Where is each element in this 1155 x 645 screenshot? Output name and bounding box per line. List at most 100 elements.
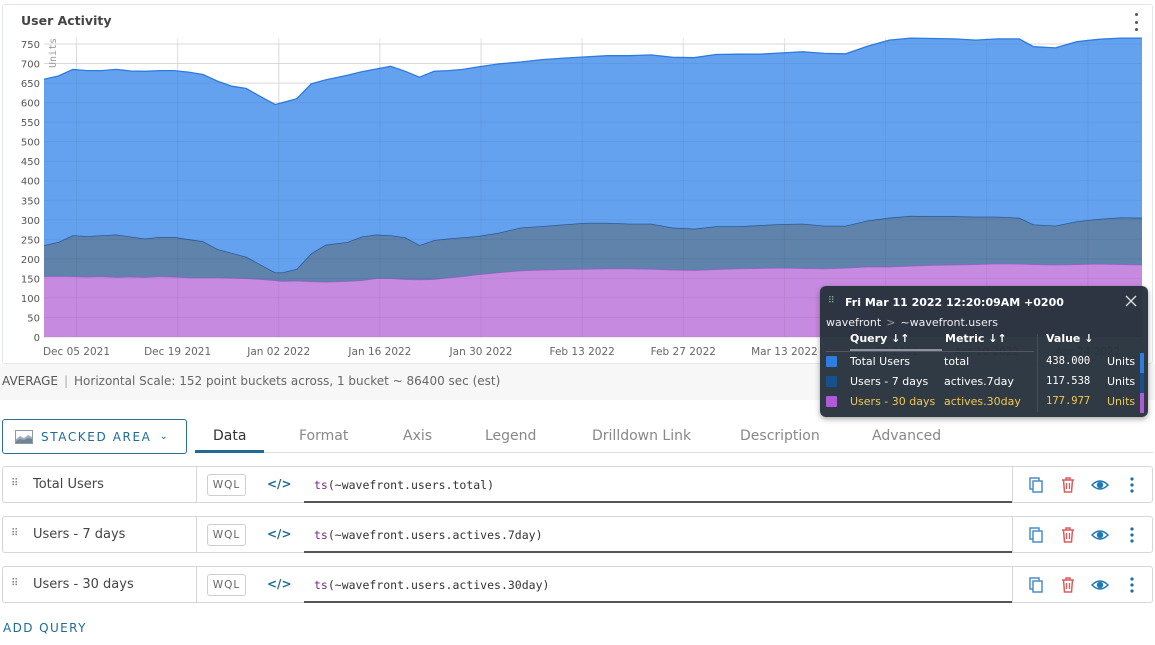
y-tick-label: 300 [21, 216, 40, 227]
eye-icon[interactable] [1091, 576, 1109, 594]
crumb-separator: > [886, 316, 896, 329]
x-tick-label: Feb 27 2022 [651, 346, 716, 358]
sort-desc-icon: ↓ [1084, 332, 1094, 345]
query-mode-cell: WQL </> [196, 466, 304, 503]
tab-legend[interactable]: Legend [467, 419, 554, 453]
query-function: ts [314, 578, 328, 592]
query-name-cell: ⠿ Users - 30 days [2, 566, 196, 603]
x-tick-label: Jan 30 2022 [449, 346, 513, 358]
active-sort-underline [850, 349, 942, 351]
row-unit: Units [1107, 355, 1136, 368]
header-divider [826, 351, 1034, 352]
value-header-label: Value [1046, 332, 1081, 345]
tab-advanced[interactable]: Advanced [854, 419, 959, 453]
x-tick-label: Dec 19 2021 [144, 346, 211, 358]
drag-handle-icon[interactable]: ⠿ [11, 578, 18, 589]
x-tick-label: Mar 13 2022 [751, 346, 818, 358]
tab-data[interactable]: Data [195, 419, 265, 453]
copy-icon[interactable] [1027, 576, 1045, 594]
eye-icon[interactable] [1091, 476, 1109, 494]
copy-icon[interactable] [1027, 526, 1045, 544]
y-tick-label: 400 [21, 177, 40, 188]
query-row: ⠿ Total Users WQL </> ts(~wavefront.user… [2, 466, 1153, 503]
drag-handle-icon[interactable]: ⠿ [11, 478, 18, 489]
copy-icon[interactable] [1027, 476, 1045, 494]
sort-by-value[interactable]: Value ↓ [1046, 332, 1093, 345]
crumb-metric: ~wavefront.users [900, 316, 999, 329]
query-input[interactable]: ts(~wavefront.users.total) [304, 466, 1012, 503]
tooltip-row-highlighted[interactable]: Users - 30 days actives.30day 177.977 Un… [820, 393, 1148, 413]
tab-description[interactable]: Description [722, 419, 838, 453]
row-unit: Units [1107, 375, 1136, 388]
metric-header-label: Metric [945, 332, 985, 345]
tab-drilldown-link[interactable]: Drilldown Link [574, 419, 709, 453]
code-icon[interactable]: </> [267, 477, 292, 491]
kebab-menu-icon[interactable] [1123, 526, 1141, 544]
query-argument: (~wavefront.users.actives.30day) [327, 578, 550, 592]
drag-handle-icon[interactable]: ⠿ [11, 528, 18, 539]
y-tick-label: 700 [21, 60, 40, 71]
row-value: 177.977 [1046, 395, 1091, 407]
kebab-menu-icon[interactable] [1123, 476, 1141, 494]
y-tick-label: 350 [21, 196, 40, 207]
eye-icon[interactable] [1091, 526, 1109, 544]
chart-type-label: STACKED AREA [41, 429, 152, 444]
x-tick-label: Jan 02 2022 [246, 346, 310, 358]
horizontal-scale-text: Horizontal Scale: 152 point buckets acro… [74, 374, 501, 388]
x-tick-label: Dec 05 2021 [43, 346, 110, 358]
query-row: ⠿ Users - 30 days WQL </> ts(~wavefront.… [2, 566, 1153, 603]
chart-type-dropdown[interactable]: STACKED AREA ⌄ [2, 419, 187, 454]
query-mode-cell: WQL </> [196, 566, 304, 603]
x-tick-label: Jan 16 2022 [347, 346, 411, 358]
y-tick-label: 650 [21, 79, 40, 90]
sort-by-query[interactable]: Query ↓↑ [850, 332, 910, 345]
tab-axis[interactable]: Axis [385, 419, 450, 453]
chart-tooltip[interactable]: ⠿ Fri Mar 11 2022 12:20:09AM +0200 wavef… [820, 286, 1148, 417]
code-icon[interactable]: </> [267, 577, 292, 591]
query-argument: (~wavefront.users.actives.7day) [327, 528, 543, 542]
drag-handle-icon[interactable]: ⠿ [828, 296, 835, 306]
row-metric: actives.7day [944, 375, 1014, 388]
y-axis-label: Units [48, 38, 59, 68]
y-tick-label: 0 [34, 333, 40, 344]
y-tick-label: 500 [21, 138, 40, 149]
query-name[interactable]: Total Users [33, 477, 104, 492]
series-bar [1140, 373, 1144, 393]
y-tick-label: 100 [21, 294, 40, 305]
x-tick-label: Feb 13 2022 [549, 346, 614, 358]
trash-icon[interactable] [1059, 526, 1077, 544]
y-axis-ticks: 0 50 100 150 200 250 300 350 400 450 500 550 600 650 7… [21, 40, 40, 344]
code-icon[interactable]: </> [267, 527, 292, 541]
row-query: Total Users [850, 355, 910, 368]
series-swatch [826, 396, 837, 407]
row-value: 438.000 [1046, 355, 1091, 367]
tab-format[interactable]: Format [281, 419, 366, 453]
row-query: Users - 7 days [850, 375, 929, 388]
sort-by-metric[interactable]: Metric ↓↑ [945, 332, 1007, 345]
close-icon[interactable] [1124, 294, 1138, 308]
trash-icon[interactable] [1059, 476, 1077, 494]
y-tick-label: 550 [21, 118, 40, 129]
query-actions [1012, 566, 1153, 603]
status-separator: | [63, 374, 69, 388]
add-query-button[interactable]: ADD QUERY [3, 621, 87, 635]
query-name-cell: ⠿ Users - 7 days [2, 516, 196, 553]
tooltip-row[interactable]: Total Users total 438.000 Units [820, 353, 1148, 373]
series-bar [1140, 353, 1144, 373]
query-input[interactable]: ts(~wavefront.users.actives.7day) [304, 516, 1012, 553]
editor-tabs: Data Format Axis Legend Drilldown Link D… [195, 419, 1153, 453]
row-value: 117.538 [1046, 375, 1091, 387]
y-tick-label: 600 [21, 99, 40, 110]
kebab-menu-icon[interactable] [1123, 576, 1141, 594]
query-name[interactable]: Users - 30 days [33, 577, 134, 592]
wql-mode-button[interactable]: WQL [207, 474, 246, 496]
query-actions [1012, 516, 1153, 553]
query-input[interactable]: ts(~wavefront.users.actives.30day) [304, 566, 1012, 603]
trash-icon[interactable] [1059, 576, 1077, 594]
tooltip-row[interactable]: Users - 7 days actives.7day 117.538 Unit… [820, 373, 1148, 393]
query-argument: (~wavefront.users.total) [327, 478, 495, 492]
query-name[interactable]: Users - 7 days [33, 527, 125, 542]
wql-mode-button[interactable]: WQL [207, 574, 246, 596]
y-tick-label: 50 [27, 313, 40, 324]
wql-mode-button[interactable]: WQL [207, 524, 246, 546]
